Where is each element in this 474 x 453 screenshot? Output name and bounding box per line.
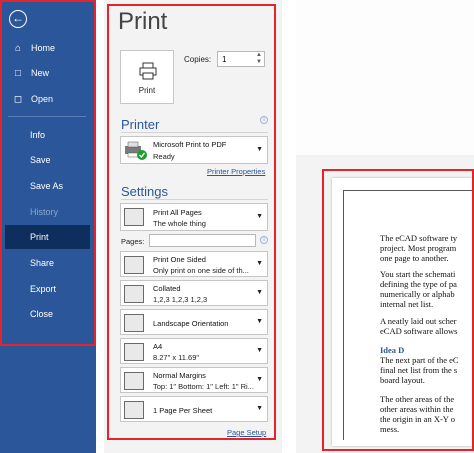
word-backstage-print-view: ← ⌂ Home □ New ◻ Open Info Save Save As … bbox=[0, 0, 474, 453]
nav-highlight-frame bbox=[0, 0, 96, 346]
preview-background bbox=[296, 0, 474, 155]
preview-highlight-frame bbox=[322, 169, 474, 451]
settings-highlight-frame bbox=[107, 4, 276, 440]
